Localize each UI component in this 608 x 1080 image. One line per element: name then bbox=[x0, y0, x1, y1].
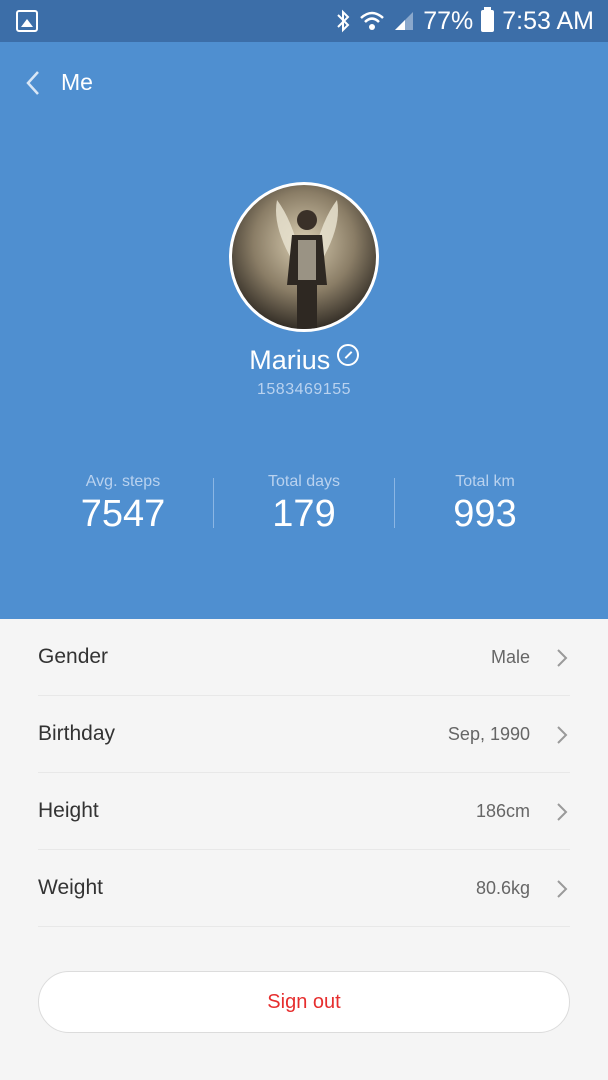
stat-value: 7547 bbox=[80, 493, 166, 535]
sign-out-button[interactable]: Sign out bbox=[38, 971, 570, 1033]
stat-label: Total days bbox=[267, 473, 341, 490]
status-bar: 77% 7:53 AM bbox=[0, 0, 608, 42]
signal-icon bbox=[393, 10, 415, 32]
row-value: Male bbox=[490, 646, 530, 667]
profile-details-list: Gender Male Birthday Sep, 1990 Height 18… bbox=[38, 619, 570, 927]
row-label: Height bbox=[38, 799, 99, 822]
profile-header: Me Marius 1583469155 Avg. steps 7547 Tot… bbox=[0, 42, 608, 619]
battery-icon bbox=[481, 7, 495, 32]
stat-total-days: Total days 179 bbox=[214, 472, 394, 535]
back-arrow-icon[interactable] bbox=[22, 68, 46, 98]
chevron-right-icon bbox=[557, 649, 568, 667]
avatar[interactable] bbox=[229, 182, 379, 332]
chevron-right-icon bbox=[557, 880, 568, 898]
clock: 7:53 AM bbox=[502, 6, 594, 35]
birthday-row[interactable]: Birthday Sep, 1990 bbox=[38, 696, 570, 773]
chevron-right-icon bbox=[557, 803, 568, 821]
row-label: Gender bbox=[38, 645, 109, 668]
wifi-icon bbox=[359, 10, 385, 32]
row-label: Weight bbox=[38, 876, 103, 899]
row-label: Birthday bbox=[38, 722, 116, 745]
stat-value: 179 bbox=[272, 493, 336, 535]
stat-avg-steps: Avg. steps 7547 bbox=[33, 472, 213, 535]
gallery-icon bbox=[16, 10, 38, 32]
profile-name-row: Marius bbox=[0, 342, 608, 378]
height-row[interactable]: Height 186cm bbox=[38, 773, 570, 850]
chevron-right-icon bbox=[557, 726, 568, 744]
status-icons: 77% 7:53 AM bbox=[335, 0, 594, 42]
stat-label: Total km bbox=[455, 473, 515, 490]
edit-icon[interactable] bbox=[336, 344, 359, 366]
gender-row[interactable]: Gender Male bbox=[38, 619, 570, 696]
row-value: 186cm bbox=[475, 800, 530, 821]
row-value: 80.6kg bbox=[475, 877, 530, 898]
stat-total-km: Total km 993 bbox=[395, 472, 575, 535]
weight-row[interactable]: Weight 80.6kg bbox=[38, 850, 570, 927]
stat-label: Avg. steps bbox=[85, 473, 161, 490]
stat-value: 993 bbox=[453, 493, 517, 535]
profile-name: Marius bbox=[249, 345, 331, 375]
bluetooth-icon bbox=[335, 9, 351, 33]
page-title: Me bbox=[61, 69, 93, 95]
profile-id: 1583469155 bbox=[257, 381, 351, 398]
row-value: Sep, 1990 bbox=[447, 723, 530, 744]
stats-row: Avg. steps 7547 Total days 179 Total km … bbox=[33, 472, 575, 535]
battery-percent: 77% bbox=[423, 6, 474, 35]
